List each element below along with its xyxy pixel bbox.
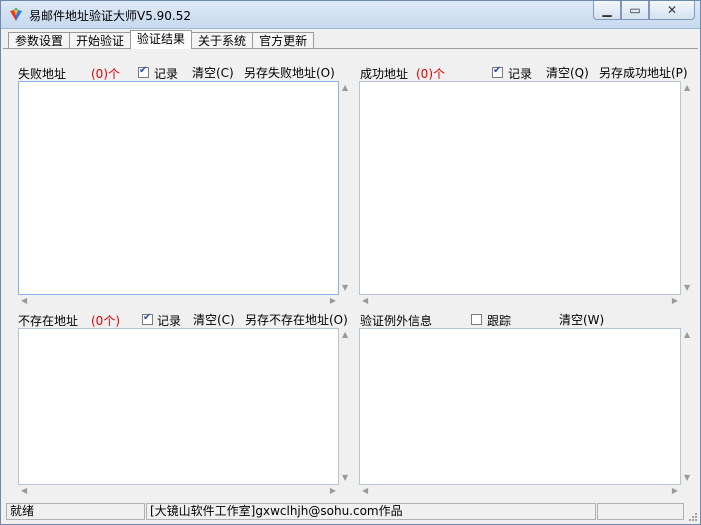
- status-extra: [597, 503, 684, 520]
- scroll-down-icon[interactable]: ▼: [684, 284, 690, 292]
- scroll-left-icon[interactable]: ◀: [362, 487, 368, 495]
- success-title: 成功地址: [360, 67, 409, 81]
- nonexist-clear-button[interactable]: 清空(C): [193, 311, 235, 328]
- nonexist-title: 不存在地址: [18, 314, 79, 328]
- scroll-up-icon[interactable]: ▲: [342, 331, 348, 339]
- failed-vscrollbar[interactable]: ▲ ▼: [339, 81, 352, 295]
- failed-list[interactable]: [18, 81, 339, 295]
- tab-start-verify[interactable]: 开始验证: [69, 32, 132, 49]
- scroll-left-icon[interactable]: ◀: [362, 297, 368, 305]
- failed-record-checkbox[interactable]: [138, 65, 149, 78]
- failed-title: 失败地址: [18, 67, 67, 81]
- success-list[interactable]: [359, 81, 681, 295]
- exception-trace-label[interactable]: 跟踪: [487, 312, 511, 329]
- exception-clear-button[interactable]: 清空(W): [559, 311, 604, 328]
- title-bar[interactable]: 易邮件地址验证大师V5.90.52 ▁ ▭ ✕: [1, 1, 700, 29]
- scroll-up-icon[interactable]: ▲: [342, 84, 348, 92]
- success-hscrollbar[interactable]: ◀ ▶: [359, 295, 681, 308]
- tab-strip: 参数设置 开始验证 验证结果 关于系统 官方更新: [8, 30, 315, 49]
- window-controls: ▁ ▭ ✕: [593, 1, 695, 21]
- success-record-checkbox[interactable]: [492, 65, 503, 78]
- window-title: 易邮件地址验证大师V5.90.52: [29, 9, 192, 23]
- exception-log[interactable]: [359, 328, 681, 485]
- nonexist-save-button[interactable]: 另存不存在地址(O): [245, 311, 348, 328]
- minimize-button[interactable]: ▁: [593, 1, 621, 20]
- scroll-down-icon[interactable]: ▼: [342, 474, 348, 482]
- app-window: 易邮件地址验证大师V5.90.52 ▁ ▭ ✕ 参数设置 开始验证 验证结果 关…: [0, 0, 701, 525]
- scroll-left-icon[interactable]: ◀: [21, 297, 27, 305]
- success-vscrollbar[interactable]: ▲ ▼: [681, 81, 694, 295]
- failed-hscrollbar[interactable]: ◀ ▶: [18, 295, 339, 308]
- tab-about[interactable]: 关于系统: [191, 32, 254, 49]
- nonexist-hscrollbar[interactable]: ◀ ▶: [18, 485, 339, 498]
- scroll-down-icon[interactable]: ▼: [684, 474, 690, 482]
- nonexist-record-checkbox[interactable]: [142, 312, 153, 325]
- maximize-button[interactable]: ▭: [621, 1, 649, 20]
- success-save-button[interactable]: 另存成功地址(P): [599, 64, 688, 81]
- tab-results[interactable]: 验证结果: [130, 30, 193, 49]
- scroll-right-icon[interactable]: ▶: [672, 297, 678, 305]
- nonexist-list[interactable]: [18, 328, 339, 485]
- resize-grip-icon[interactable]: [686, 510, 698, 522]
- failed-record-label[interactable]: 记录: [154, 65, 178, 82]
- scroll-left-icon[interactable]: ◀: [21, 487, 27, 495]
- scroll-right-icon[interactable]: ▶: [672, 487, 678, 495]
- app-logo-icon: [10, 7, 22, 21]
- exception-title: 验证例外信息: [360, 314, 433, 328]
- exception-trace-checkbox[interactable]: [471, 314, 482, 325]
- status-state: 就绪: [6, 503, 145, 520]
- nonexist-record-label[interactable]: 记录: [157, 312, 181, 329]
- tab-settings[interactable]: 参数设置: [8, 32, 71, 49]
- minimize-icon: ▁: [602, 3, 612, 17]
- scroll-right-icon[interactable]: ▶: [330, 487, 336, 495]
- tab-divider: [3, 48, 698, 49]
- failed-clear-button[interactable]: 清空(C): [192, 64, 234, 81]
- scroll-down-icon[interactable]: ▼: [342, 284, 348, 292]
- success-count: (0)个: [416, 67, 445, 81]
- scroll-right-icon[interactable]: ▶: [330, 297, 336, 305]
- close-icon: ✕: [666, 3, 678, 17]
- scroll-up-icon[interactable]: ▲: [684, 331, 690, 339]
- failed-save-button[interactable]: 另存失败地址(O): [244, 64, 335, 81]
- status-bar: 就绪 [大镜山软件工作室]gxwclhjh@sohu.com作品: [1, 500, 700, 524]
- nonexist-vscrollbar[interactable]: ▲ ▼: [339, 328, 352, 485]
- success-record-label[interactable]: 记录: [508, 65, 532, 82]
- scroll-up-icon[interactable]: ▲: [684, 84, 690, 92]
- close-button[interactable]: ✕: [649, 1, 695, 20]
- status-credit: [大镜山软件工作室]gxwclhjh@sohu.com作品: [146, 503, 596, 520]
- exception-hscrollbar[interactable]: ◀ ▶: [359, 485, 681, 498]
- tab-updates[interactable]: 官方更新: [252, 32, 315, 49]
- success-clear-button[interactable]: 清空(Q): [546, 64, 589, 81]
- maximize-icon: ▭: [629, 3, 641, 17]
- nonexist-count: (0个): [91, 314, 120, 328]
- failed-count: (0)个: [91, 67, 120, 81]
- exception-vscrollbar[interactable]: ▲ ▼: [681, 328, 694, 485]
